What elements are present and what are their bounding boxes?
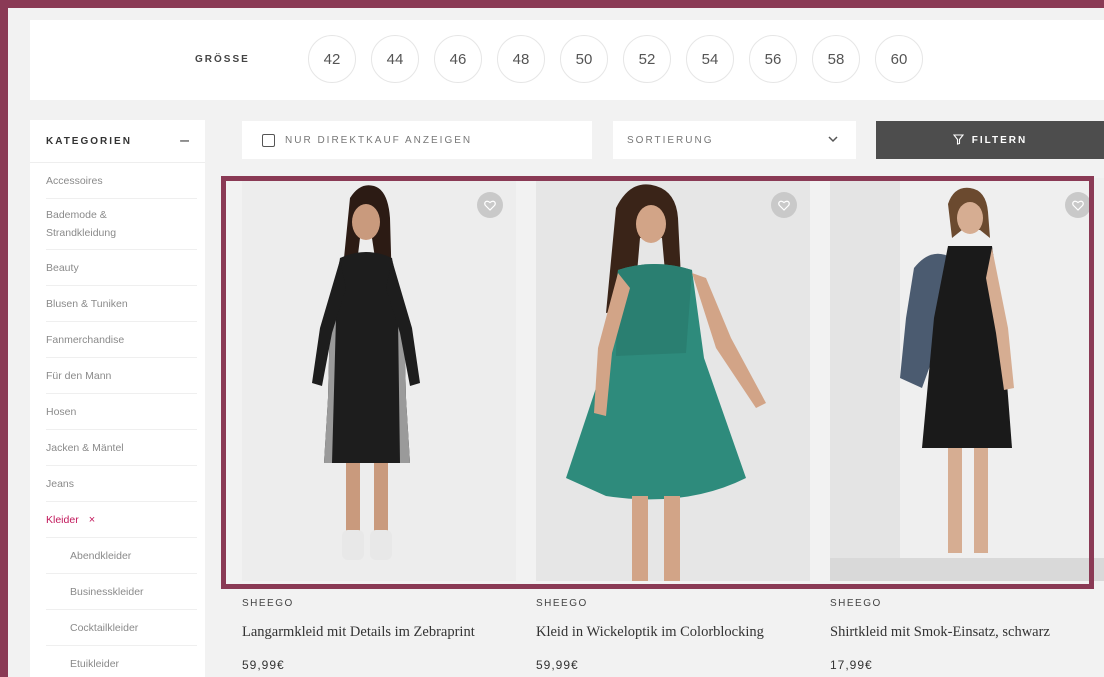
sidebar-item-fanmerchandise[interactable]: Fanmerchandise: [46, 322, 197, 358]
funnel-icon: [952, 133, 964, 148]
sidebar-item-label: Kleider: [46, 513, 79, 526]
sidebar-item-blusen[interactable]: Blusen & Tuniken: [46, 286, 197, 322]
size-option-56[interactable]: 56: [749, 35, 797, 83]
sidebar-item-abendkleider[interactable]: Abendkleider: [46, 538, 197, 574]
sidebar-item-label: Hosen: [46, 405, 77, 418]
sidebar-item-beauty[interactable]: Beauty: [46, 250, 197, 286]
category-list: Accessoires Bademode & Strandkleidung Be…: [46, 163, 197, 677]
filter-label: FILTERN: [971, 134, 1028, 146]
sidebar-item-jacken[interactable]: Jacken & Mäntel: [46, 430, 197, 466]
page-frame: GRÖSSE 42 44 46 48 50 52 54 56 58 60 KAT…: [8, 8, 1104, 677]
favorite-button[interactable]: [1065, 192, 1091, 218]
product-name[interactable]: Kleid in Wickeloptik im Colorblocking: [536, 624, 810, 641]
size-option-52[interactable]: 52: [623, 35, 671, 83]
size-option-42[interactable]: 42: [308, 35, 356, 83]
product-price: 17,99€: [830, 658, 873, 672]
size-option-54[interactable]: 54: [686, 35, 734, 83]
sidebar-item-label: Etuikleider: [70, 657, 120, 670]
size-label: GRÖSSE: [195, 54, 250, 65]
size-options: 42 44 46 48 50 52 54 56 58 60: [308, 35, 923, 83]
size-option-44[interactable]: 44: [371, 35, 419, 83]
sidebar-item-label: Abendkleider: [70, 549, 132, 562]
direct-buy-label: NUR DIREKTKAUF ANZEIGEN: [285, 134, 473, 146]
sidebar-item-label: Businesskleider: [70, 585, 144, 598]
size-filter-bar: GRÖSSE 42 44 46 48 50 52 54 56 58 60: [30, 20, 1104, 100]
sidebar-item-label: Beauty: [46, 261, 79, 274]
sidebar-item-label: Blusen & Tuniken: [46, 297, 128, 310]
size-option-46[interactable]: 46: [434, 35, 482, 83]
product-image[interactable]: [536, 178, 810, 581]
sidebar-item-businesskleider[interactable]: Businesskleider: [46, 574, 197, 610]
sidebar-item-jeans[interactable]: Jeans: [46, 466, 197, 502]
product-card[interactable]: SHEEGO Kleid in Wickeloptik im Colorbloc…: [536, 178, 810, 677]
product-card[interactable]: SHEEGO Shirtkleid mit Smok-Einsatz, schw…: [830, 178, 1104, 677]
sort-select[interactable]: SORTIERUNG: [613, 121, 856, 159]
sidebar-item-label: Jeans: [46, 477, 75, 490]
favorite-button[interactable]: [771, 192, 797, 218]
product-image[interactable]: [830, 178, 1104, 581]
direct-buy-checkbox[interactable]: [262, 133, 275, 147]
product-card[interactable]: SHEEGO Langarmkleid mit Details im Zebra…: [242, 178, 516, 677]
sidebar-item-kleider[interactable]: Kleider ×: [46, 502, 197, 538]
sidebar-item-label: Accessoires: [46, 174, 103, 187]
remove-category-icon[interactable]: ×: [89, 514, 95, 526]
sidebar-item-bademode[interactable]: Bademode & Strandkleidung: [46, 199, 197, 250]
heart-icon: [484, 200, 496, 211]
sidebar-item-label: Fanmerchandise: [46, 333, 125, 346]
heart-icon: [778, 200, 790, 211]
category-sidebar: KATEGORIEN – Accessoires Bademode & Stra…: [30, 120, 205, 677]
filter-button[interactable]: FILTERN: [876, 121, 1104, 159]
sidebar-item-cocktailkleider[interactable]: Cocktailkleider: [46, 610, 197, 646]
collapse-icon[interactable]: –: [180, 132, 189, 150]
sidebar-item-etuikleider[interactable]: Etuikleider: [46, 646, 197, 677]
product-name[interactable]: Langarmkleid mit Details im Zebraprint: [242, 624, 516, 641]
sidebar-item-label: Cocktailkleider: [70, 621, 139, 634]
sidebar-item-accessoires[interactable]: Accessoires: [46, 163, 197, 199]
sidebar-item-label: Bademode & Strandkleidung: [46, 209, 117, 239]
product-brand: SHEEGO: [536, 598, 588, 609]
favorite-button[interactable]: [477, 192, 503, 218]
product-brand: SHEEGO: [830, 598, 882, 609]
sidebar-item-label: Für den Mann: [46, 369, 112, 382]
category-title: KATEGORIEN: [46, 135, 132, 147]
chevron-down-icon: [828, 134, 838, 146]
size-option-58[interactable]: 58: [812, 35, 860, 83]
size-option-60[interactable]: 60: [875, 35, 923, 83]
direct-buy-toggle[interactable]: NUR DIREKTKAUF ANZEIGEN: [242, 121, 592, 159]
sidebar-item-hosen[interactable]: Hosen: [46, 394, 197, 430]
heart-icon: [1072, 200, 1084, 211]
sort-label: SORTIERUNG: [627, 134, 714, 146]
product-price: 59,99€: [242, 658, 285, 672]
product-grid: SHEEGO Langarmkleid mit Details im Zebra…: [242, 178, 1104, 677]
sidebar-item-fuer-den-mann[interactable]: Für den Mann: [46, 358, 197, 394]
product-price: 59,99€: [536, 658, 579, 672]
product-brand: SHEEGO: [242, 598, 294, 609]
size-option-50[interactable]: 50: [560, 35, 608, 83]
size-option-48[interactable]: 48: [497, 35, 545, 83]
product-image[interactable]: [242, 178, 516, 581]
category-header[interactable]: KATEGORIEN –: [30, 120, 205, 163]
sidebar-item-label: Jacken & Mäntel: [46, 441, 124, 454]
product-name[interactable]: Shirtkleid mit Smok-Einsatz, schwarz: [830, 624, 1104, 641]
